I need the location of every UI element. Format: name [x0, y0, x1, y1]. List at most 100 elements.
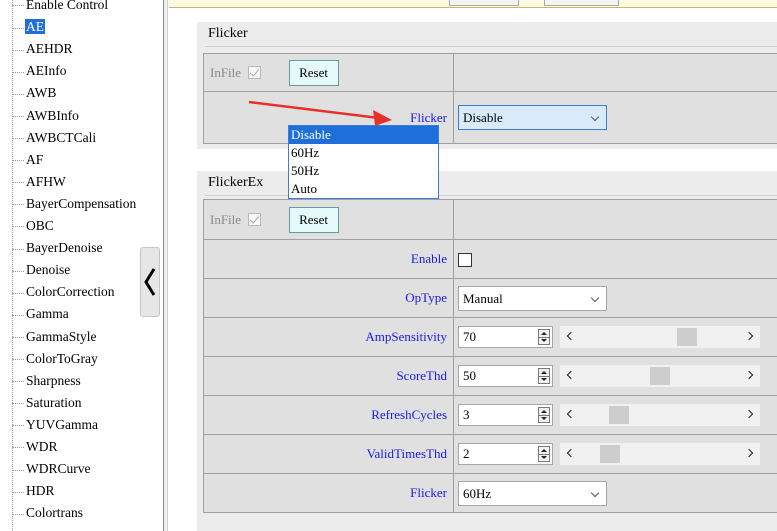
tree-connector: [12, 403, 24, 405]
chevron-left-icon[interactable]: [567, 409, 576, 419]
tree-connector: [12, 336, 24, 338]
chevron-left-icon[interactable]: [567, 370, 576, 380]
flicker-select[interactable]: Disable: [458, 105, 607, 130]
sidebar-item-label: AWB: [26, 85, 57, 101]
infile-checkbox[interactable]: [248, 213, 262, 226]
sidebar-item-label: Saturation: [26, 394, 82, 410]
enable-label: Enable: [203, 239, 454, 279]
sidebar-item-label: Sharpness: [26, 372, 81, 388]
sidebar-item[interactable]: AEHDR: [12, 39, 74, 59]
toolbar-button[interactable]: [544, 0, 619, 6]
chevron-right-icon[interactable]: [745, 448, 754, 458]
flickerex-flicker-select[interactable]: 60Hz: [458, 480, 607, 506]
spinner-arrows-icon[interactable]: [538, 329, 550, 345]
section-title: Flicker: [208, 26, 248, 41]
dropdown-option[interactable]: Auto: [289, 180, 438, 198]
chevron-right-icon[interactable]: [745, 331, 754, 341]
infile-cell: InFile Reset: [203, 199, 454, 240]
section-divider: [205, 46, 777, 47]
tree-connector: [12, 27, 24, 29]
chevron-down-icon: [590, 488, 600, 497]
spinner-arrows-icon[interactable]: [538, 407, 550, 423]
flicker-value-cell: Disable: [453, 91, 777, 144]
sidebar-item[interactable]: AE: [12, 17, 45, 37]
sidebar-item-label: Gamma: [26, 306, 69, 322]
infile-cell: InFile Reset: [203, 53, 454, 92]
reset-button[interactable]: Reset: [288, 206, 339, 233]
score-thd-slider[interactable]: [560, 365, 761, 387]
toolbar-button[interactable]: [449, 0, 519, 6]
tree-connector: [12, 138, 24, 139]
sidebar-item[interactable]: ColorToGray: [12, 349, 99, 369]
sidebar-item[interactable]: OBC: [12, 216, 55, 236]
sidebar-item[interactable]: Enable Control: [12, 0, 109, 15]
infile-label: InFile: [210, 211, 242, 227]
chevron-down-icon: [590, 293, 600, 302]
valid-times-thd-spinbox[interactable]: 2: [458, 443, 553, 465]
slider-thumb[interactable]: [599, 445, 620, 463]
sidebar-item-label: Denoise: [26, 262, 71, 278]
chevron-right-icon[interactable]: [745, 409, 754, 419]
valid-times-thd-value: 2: [463, 446, 470, 461]
amp-sensitivity-cell: 70: [453, 317, 777, 357]
amp-sensitivity-slider[interactable]: [560, 326, 761, 348]
sidebar-item-label: HDR: [26, 483, 55, 499]
refresh-cycles-label: RefreshCycles: [203, 395, 454, 435]
refresh-cycles-cell: 3: [453, 395, 777, 435]
score-thd-spinbox[interactable]: 50: [458, 365, 553, 387]
sidebar-item[interactable]: BayerDenoise: [12, 238, 103, 258]
slider-thumb[interactable]: [650, 367, 671, 385]
optype-select[interactable]: Manual: [458, 285, 607, 311]
infile-checkbox[interactable]: [248, 66, 262, 79]
sidebar-item[interactable]: Saturation: [12, 393, 83, 413]
sidebar-item[interactable]: ColorCorrection: [12, 282, 115, 302]
sidebar-tree: Enable Control AE AEHDR AEInfo AWB AWBInfo AWB…: [0, 0, 163, 531]
tree-connector: [12, 71, 24, 73]
sidebar-item[interactable]: GammaStyle: [12, 327, 98, 347]
sidebar-item[interactable]: Gamma: [12, 304, 70, 324]
refresh-cycles-spinbox[interactable]: 3: [458, 404, 553, 426]
chevron-right-icon[interactable]: [745, 370, 754, 380]
sidebar-item[interactable]: WDRCurve: [12, 459, 92, 479]
chevron-left-icon[interactable]: [567, 331, 576, 341]
infile-label: InFile: [210, 64, 242, 80]
sidebar-item-label: OBC: [26, 218, 54, 233]
flicker-select-value: Disable: [463, 110, 503, 125]
section-title: FlickerEx: [208, 175, 264, 190]
refresh-cycles-slider[interactable]: [560, 404, 761, 426]
sidebar-item[interactable]: AFHW: [12, 172, 67, 192]
sidebar-item[interactable]: WDR: [12, 437, 59, 457]
sidebar-splitter[interactable]: [163, 0, 168, 531]
sidebar-item[interactable]: AWB: [12, 83, 57, 103]
tree-connector: [12, 513, 24, 515]
amp-sensitivity-spinbox[interactable]: 70: [458, 326, 553, 348]
spinner-arrows-icon[interactable]: [538, 368, 550, 384]
valid-times-thd-slider[interactable]: [560, 443, 761, 465]
sidebar-item[interactable]: AEInfo: [12, 61, 68, 81]
score-thd-cell: 50: [453, 356, 777, 396]
spinner-arrows-icon[interactable]: [538, 446, 550, 462]
tree-connector: [12, 226, 24, 228]
sidebar-item[interactable]: AWBCTCali: [12, 128, 97, 148]
slider-thumb[interactable]: [609, 406, 630, 424]
sidebar-item[interactable]: YUVGamma: [12, 415, 99, 435]
dropdown-option[interactable]: 50Hz: [289, 162, 438, 180]
sidebar-item[interactable]: Sharpness: [12, 371, 82, 391]
chevron-left-icon[interactable]: [567, 448, 576, 458]
enable-checkbox[interactable]: [458, 253, 472, 267]
sidebar-item-label: AWBInfo: [26, 107, 79, 123]
dropdown-option[interactable]: 60Hz: [289, 144, 438, 162]
top-toolbar-strip: [169, 0, 777, 8]
sidebar-item[interactable]: AF: [12, 150, 44, 170]
sidebar-item[interactable]: Colortrans: [12, 503, 84, 523]
tree-connector: [12, 491, 24, 493]
sidebar-item[interactable]: HDR: [12, 481, 56, 501]
slider-thumb[interactable]: [677, 328, 698, 346]
sidebar-item[interactable]: Denoise: [12, 260, 71, 280]
reset-button[interactable]: Reset: [288, 59, 339, 86]
sidebar-item[interactable]: BayerCompensation: [12, 194, 137, 214]
collapse-sidebar-button[interactable]: [140, 247, 160, 317]
flickerex-flicker-value: 60Hz: [463, 485, 492, 501]
annotation-arrow-icon: [248, 100, 392, 126]
sidebar-item[interactable]: AWBInfo: [12, 106, 80, 126]
